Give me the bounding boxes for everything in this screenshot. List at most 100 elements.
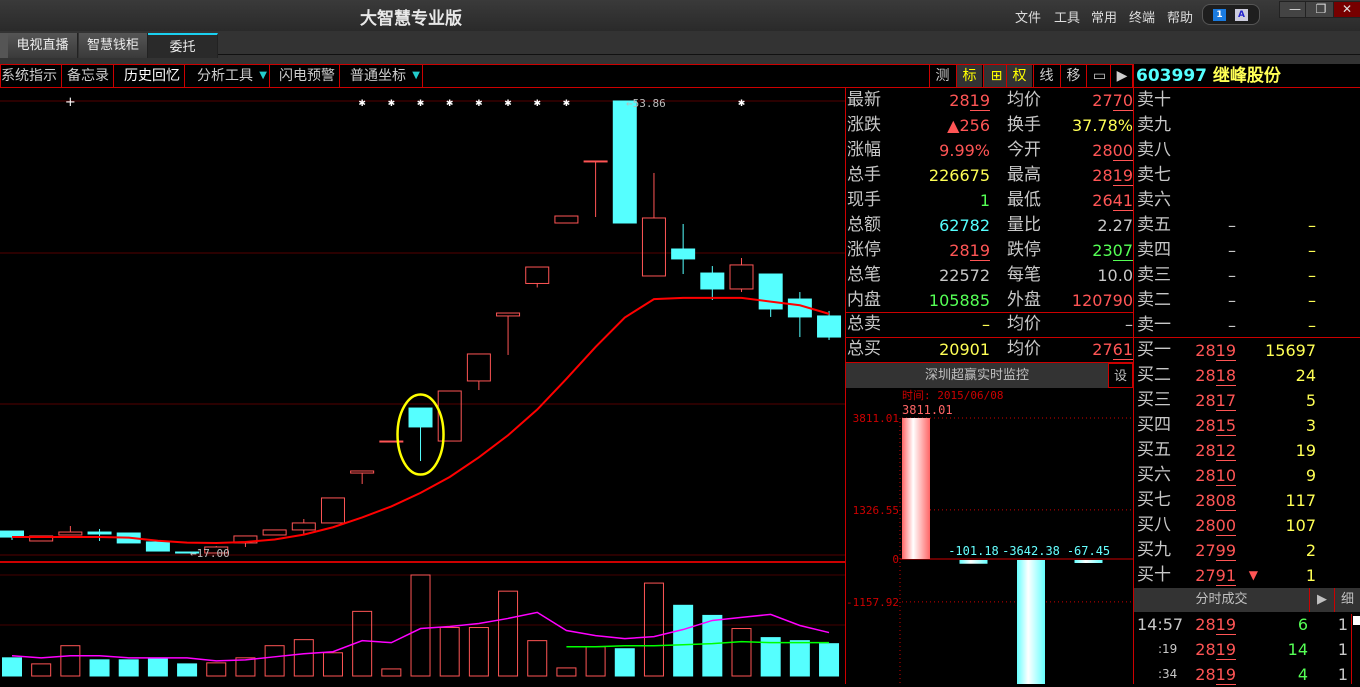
quote-label: 总额 <box>847 215 881 235</box>
tab-scroll[interactable] <box>0 33 8 58</box>
book-price[interactable]: 2812 <box>1184 438 1236 463</box>
candle <box>466 353 491 391</box>
tool-system-indicator[interactable]: 系统指示 <box>0 65 62 87</box>
book-price[interactable] <box>1184 113 1236 138</box>
book-price[interactable]: 2815 <box>1184 413 1236 438</box>
book-volume: 9 <box>1305 466 1316 485</box>
trade-price[interactable]: 2819 <box>1184 662 1236 687</box>
quote-label: 内盘 <box>847 290 881 310</box>
book-price[interactable]: 2799 <box>1184 538 1236 563</box>
book-price[interactable]: 2800 <box>1184 513 1236 538</box>
line-button[interactable]: 线 <box>1033 65 1059 87</box>
detail-button[interactable]: 细 <box>1334 588 1360 612</box>
book-price[interactable] <box>1184 188 1236 213</box>
candle-body <box>145 541 170 552</box>
trade-price[interactable]: 2819 <box>1184 612 1236 637</box>
book-price[interactable]: – <box>1184 313 1236 338</box>
tab-tv-live[interactable]: 电视直播 <box>8 33 78 58</box>
dropdown-arrow-icon: ▼ <box>412 70 420 81</box>
candle-body <box>700 272 725 290</box>
volume-bar <box>556 667 577 677</box>
tool-memo[interactable]: 备忘录 <box>63 65 114 87</box>
move-button[interactable]: 移 <box>1060 65 1086 87</box>
trades-scrollbar[interactable] <box>1351 614 1360 684</box>
book-price[interactable]: 2819 <box>1184 338 1236 363</box>
book-price[interactable]: – <box>1184 238 1236 263</box>
measure-button[interactable]: 测 <box>929 65 955 87</box>
tab-bar: 电视直播 智慧钱柜 委托 <box>0 31 1360 64</box>
signal-marker: ✱ <box>446 99 454 109</box>
mark-button[interactable]: 标 <box>956 65 982 87</box>
quote-value: 105885 <box>928 291 990 310</box>
menu-common[interactable]: 常用 <box>1091 7 1117 26</box>
book-price[interactable] <box>1184 163 1236 188</box>
candle-body <box>262 529 287 536</box>
trade-time: 14:57 <box>1137 615 1184 634</box>
monitor-bar <box>1017 560 1045 684</box>
play-icon[interactable]: ▶ <box>1309 588 1334 612</box>
quote-value: 62782 <box>939 216 990 235</box>
book-price[interactable]: – <box>1184 288 1236 313</box>
screen-1-icon[interactable]: 1 <box>1213 9 1226 21</box>
candle <box>408 407 433 462</box>
tool-coordinate[interactable]: 普通坐标 ▼ <box>346 65 423 87</box>
book-volume: – <box>1308 216 1316 235</box>
candle-body <box>641 217 666 277</box>
menu-file[interactable]: 文件 <box>1015 7 1041 26</box>
menu-terminal[interactable]: 终端 <box>1129 7 1155 26</box>
trades-title: 分时成交 <box>1195 592 1248 607</box>
tab-entrust[interactable]: 委托 <box>148 33 218 58</box>
quote-label: 涨幅 <box>847 140 881 160</box>
candle-body <box>87 531 112 535</box>
tool-flash-alert[interactable]: 闪电预警 <box>275 65 340 87</box>
tab-wisdom-cabinet[interactable]: 智慧钱柜 <box>79 33 148 58</box>
book-price[interactable]: – <box>1184 213 1236 238</box>
quote-value: 1 <box>979 191 990 210</box>
quote-value: 2800 <box>1092 141 1133 161</box>
close-button[interactable]: ✕ <box>1333 1 1360 18</box>
candlestick-chart[interactable]: + ✱ ✱ ✱ ✱ ✱ ✱ ✱ ✱ ✱ <box>0 88 845 684</box>
candle <box>758 273 783 317</box>
quote-label: 涨停 <box>847 240 881 260</box>
menu-help[interactable]: 帮助 <box>1167 7 1193 26</box>
panel-icon[interactable]: ▭ <box>1086 65 1112 87</box>
y-tick-label: 1326.55 <box>853 504 899 517</box>
trades-header: 分时成交 ▶ 细 <box>1134 588 1360 612</box>
tool-history[interactable]: 历史回忆 <box>120 65 185 87</box>
book-price[interactable]: 2818 <box>1184 363 1236 388</box>
trade-price[interactable]: 2819 <box>1184 637 1236 662</box>
ask-label: 卖八 <box>1137 140 1171 160</box>
quote-value: 2641 <box>1092 191 1133 211</box>
book-price[interactable] <box>1184 138 1236 163</box>
menu-tools[interactable]: 工具 <box>1054 7 1080 26</box>
quote-label: 总笔 <box>847 265 881 285</box>
tool-analysis[interactable]: 分析工具 ▼ <box>193 65 270 87</box>
volume-bar <box>2 657 22 677</box>
scroll-up-icon[interactable] <box>1353 616 1360 625</box>
candle-body <box>350 470 375 474</box>
book-price[interactable]: 2791 <box>1184 563 1236 588</box>
ask-label: 卖一 <box>1137 315 1171 335</box>
book-price[interactable] <box>1184 88 1236 113</box>
bar-value-label: -3642.38 <box>1002 544 1060 558</box>
book-volume: 15697 <box>1265 341 1316 360</box>
book-price[interactable]: – <box>1184 263 1236 288</box>
bid-label: 买六 <box>1137 465 1171 485</box>
candle-body <box>496 312 521 317</box>
trade-time: :19 <box>1158 642 1178 656</box>
chart-toolbar: 系统指示 备忘录 历史回忆 分析工具 ▼ 闪电预警 普通坐标 ▼ 测 标 ⊞ 权 线… <box>0 64 1133 88</box>
quote-value: – <box>1125 315 1133 334</box>
monitor-settings-button[interactable]: 设 <box>1108 363 1133 388</box>
rights-button[interactable]: 权 <box>1006 65 1032 87</box>
quote-label: 均价 <box>1007 339 1041 359</box>
bid-label: 买九 <box>1137 540 1171 560</box>
book-price[interactable]: 2808 <box>1184 488 1236 513</box>
next-icon[interactable]: ▶ <box>1110 65 1133 87</box>
font-a-icon[interactable]: A <box>1235 9 1248 21</box>
book-volume <box>1244 163 1316 188</box>
quote-label: 最高 <box>1007 165 1041 185</box>
book-price[interactable]: 2817 <box>1184 388 1236 413</box>
candle-body <box>729 264 754 290</box>
book-price[interactable]: 2810 <box>1184 463 1236 488</box>
candle-body <box>466 353 491 382</box>
